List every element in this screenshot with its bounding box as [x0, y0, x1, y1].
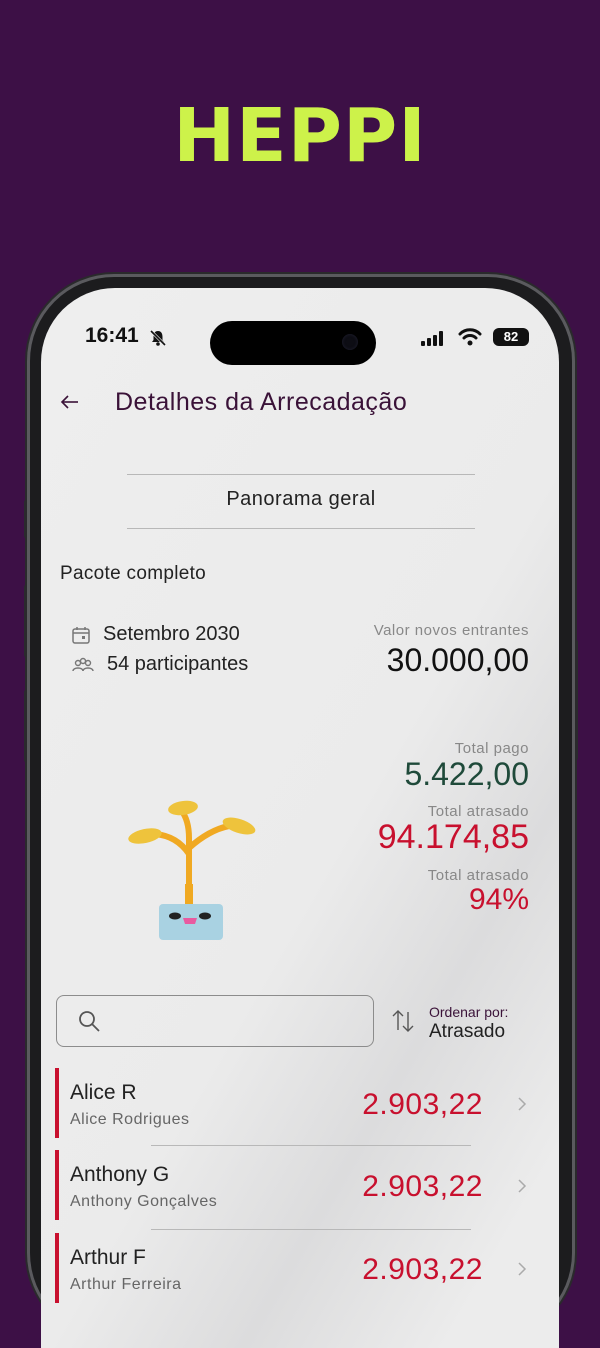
- participant-short-name: Arthur F: [70, 1246, 146, 1269]
- bell-muted-icon: [149, 329, 167, 347]
- calendar-icon: [72, 626, 90, 644]
- dynamic-island: [210, 321, 376, 365]
- page-title: Detalhes da Arrecadação: [115, 388, 408, 416]
- wifi-icon: [458, 328, 482, 346]
- total-paid-value: 5.422,00: [404, 756, 529, 792]
- plant-illustration: [128, 800, 256, 940]
- heppi-logo: HEPPI: [173, 93, 427, 179]
- status-time: 16:41: [85, 324, 139, 347]
- back-arrow-icon[interactable]: [59, 391, 81, 413]
- chevron-right-icon: [518, 1179, 527, 1193]
- month-row: Setembro 2030: [71, 623, 240, 646]
- participant-amount: 2.903,22: [362, 1170, 483, 1203]
- people-icon: [72, 657, 94, 671]
- package-name: Pacote completo: [60, 563, 207, 584]
- participant-short-name: Alice R: [70, 1081, 137, 1104]
- participant-full-name: Alice Rodrigues: [70, 1111, 190, 1128]
- late-indicator: [55, 1068, 59, 1138]
- participant-full-name: Arthur Ferreira: [70, 1276, 182, 1293]
- list-divider: [151, 1229, 471, 1230]
- participant-amount: 2.903,22: [362, 1088, 483, 1121]
- participant-amount: 2.903,22: [362, 1253, 483, 1286]
- list-divider: [151, 1145, 471, 1146]
- participants-row: 54 participantes: [71, 653, 248, 676]
- cellular-signal-icon: [421, 331, 443, 346]
- late-indicator: [55, 1233, 59, 1303]
- total-late-pct-value: 94%: [468, 883, 529, 916]
- sort-label: Ordenar por:: [429, 1004, 509, 1020]
- participants-label: 54 participantes: [107, 653, 249, 675]
- search-icon: [79, 1011, 100, 1032]
- list-item[interactable]: Alice R Alice Rodrigues 2.903,22: [55, 1068, 545, 1138]
- power-button: [572, 640, 578, 760]
- app-screen: 16:41 82 Detalhes da Arrecadação Panoram…: [41, 288, 559, 1348]
- chevron-right-icon: [518, 1262, 527, 1276]
- tab-panorama-geral[interactable]: Panorama geral: [127, 488, 475, 511]
- participant-full-name: Anthony Gonçalves: [70, 1193, 218, 1210]
- sort-dropdown[interactable]: Atrasado: [429, 1021, 505, 1043]
- participant-short-name: Anthony G: [70, 1163, 170, 1186]
- new-entrants-label: Valor novos entrantes: [373, 622, 529, 639]
- sort-icon[interactable]: [392, 1008, 414, 1034]
- battery-indicator: 82: [493, 328, 529, 346]
- new-entrants-value: 30.000,00: [386, 642, 529, 678]
- list-item[interactable]: Anthony G Anthony Gonçalves 2.903,22: [55, 1150, 545, 1220]
- total-late-pct-label: Total atrasado: [427, 867, 529, 884]
- tab-divider-bottom: [127, 528, 475, 529]
- tab-divider-top: [127, 474, 475, 475]
- late-indicator: [55, 1150, 59, 1220]
- total-late-value: 94.174,85: [377, 818, 529, 856]
- month-label: Setembro 2030: [103, 623, 240, 645]
- chevron-right-icon: [518, 1097, 527, 1111]
- front-camera: [342, 334, 358, 350]
- list-item[interactable]: Arthur F Arthur Ferreira 2.903,22: [55, 1233, 545, 1303]
- total-paid-label: Total pago: [454, 740, 529, 757]
- search-input[interactable]: [56, 995, 374, 1047]
